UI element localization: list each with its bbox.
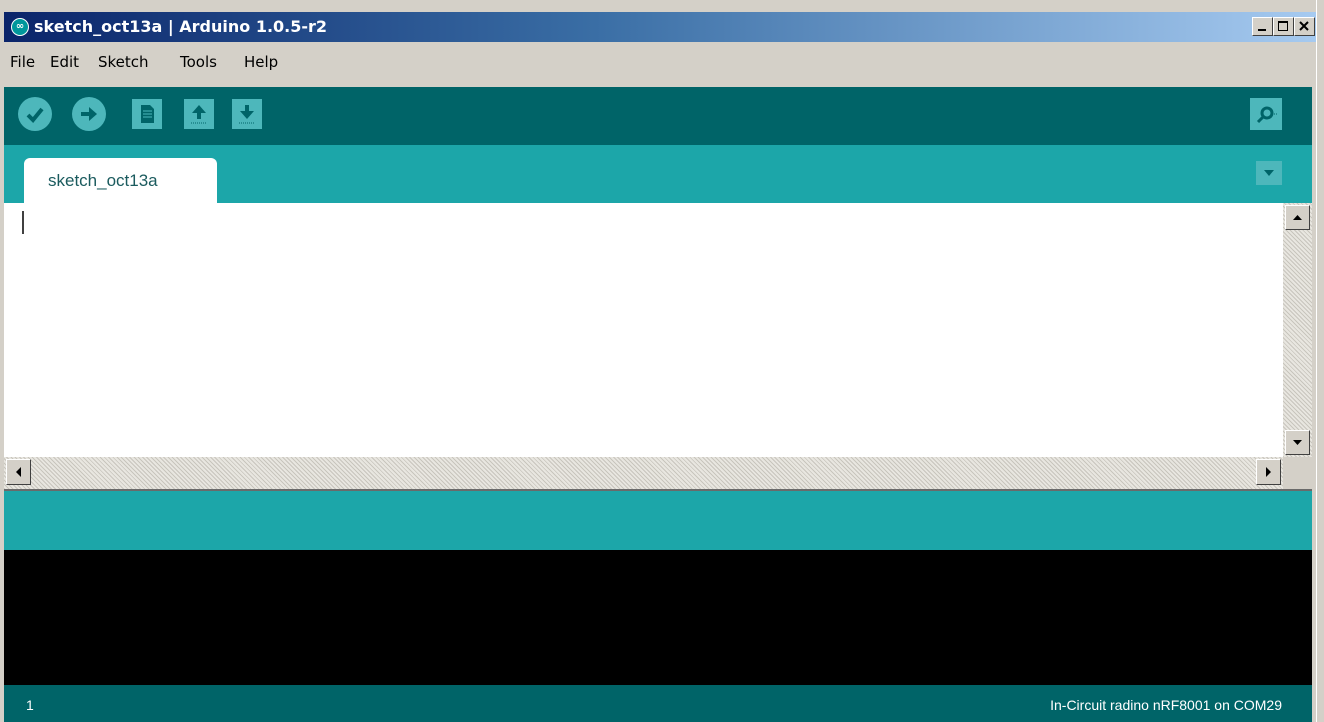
- status-bar: [4, 491, 1312, 550]
- upload-button[interactable]: [72, 97, 106, 131]
- menu-sketch[interactable]: Sketch: [98, 53, 149, 71]
- close-button[interactable]: [1294, 17, 1315, 36]
- verify-button[interactable]: [18, 97, 52, 131]
- scroll-down-button[interactable]: [1285, 430, 1310, 455]
- menu-help[interactable]: Help: [244, 53, 278, 71]
- arrow-up-icon: [191, 105, 207, 124]
- title-bar[interactable]: ∞ sketch_oct13a | Arduino 1.0.5-r2: [4, 12, 1316, 42]
- maximize-button[interactable]: [1273, 17, 1294, 36]
- open-button[interactable]: [184, 99, 214, 129]
- menu-tools[interactable]: Tools: [180, 53, 217, 71]
- menu-edit[interactable]: Edit: [50, 53, 79, 71]
- scroll-up-button[interactable]: [1285, 205, 1310, 230]
- tab-label: sketch_oct13a: [48, 171, 158, 190]
- save-button[interactable]: [232, 99, 262, 129]
- chevron-up-icon: [1293, 215, 1302, 220]
- close-icon: [1299, 21, 1309, 31]
- arduino-logo-icon: ∞: [11, 18, 29, 36]
- menu-file[interactable]: File: [10, 53, 35, 71]
- document-icon: [141, 105, 154, 123]
- scrollbar-corner: [1283, 457, 1312, 489]
- horizontal-scrollbar[interactable]: [4, 457, 1283, 489]
- arrow-down-icon: [239, 105, 255, 124]
- arrow-right-icon: [81, 107, 97, 121]
- footer-bar: 1 In-Circuit radino nRF8001 on COM29: [4, 685, 1312, 722]
- magnifier-icon: [1256, 106, 1277, 124]
- triangle-down-icon: [1264, 170, 1274, 176]
- scroll-left-button[interactable]: [6, 459, 31, 485]
- code-editor[interactable]: [4, 203, 1283, 457]
- scroll-right-button[interactable]: [1256, 459, 1281, 485]
- window-title: sketch_oct13a | Arduino 1.0.5-r2: [34, 17, 328, 36]
- console-output[interactable]: [4, 550, 1312, 685]
- chevron-left-icon: [16, 467, 21, 477]
- maximize-icon: [1278, 21, 1288, 31]
- minimize-button[interactable]: [1252, 17, 1273, 36]
- arduino-ide-window: ∞ sketch_oct13a | Arduino 1.0.5-r2 File …: [0, 0, 1324, 722]
- window-frame-edge: [1316, 0, 1324, 722]
- text-caret: [22, 211, 24, 234]
- new-button[interactable]: [132, 99, 162, 129]
- serial-monitor-button[interactable]: [1250, 98, 1282, 130]
- menu-bar: File Edit Sketch Tools Help: [4, 44, 1312, 84]
- tab-sketch[interactable]: sketch_oct13a: [24, 158, 217, 203]
- board-port-label: In-Circuit radino nRF8001 on COM29: [1050, 697, 1282, 713]
- chevron-right-icon: [1266, 467, 1271, 477]
- tab-strip: sketch_oct13a: [4, 145, 1312, 203]
- toolbar: [4, 87, 1312, 145]
- vertical-scrollbar[interactable]: [1283, 203, 1312, 457]
- line-number: 1: [26, 697, 34, 713]
- tab-menu-button[interactable]: [1256, 161, 1282, 185]
- minimize-icon: [1258, 29, 1266, 31]
- check-icon: [26, 107, 44, 123]
- chevron-down-icon: [1293, 440, 1302, 445]
